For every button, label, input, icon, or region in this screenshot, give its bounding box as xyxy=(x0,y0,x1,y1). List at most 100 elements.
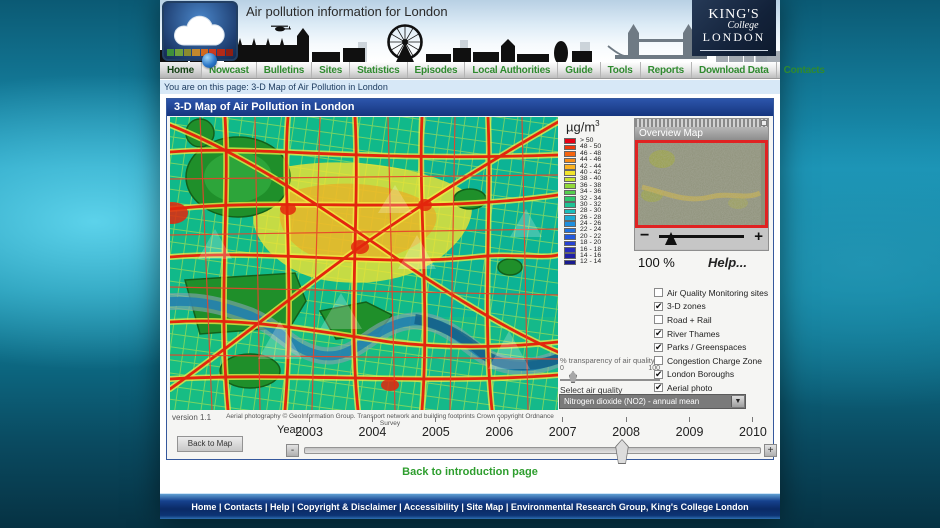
layer-checkbox-row[interactable]: Road + Rail xyxy=(654,313,768,327)
layer-checkbox-row[interactable]: Parks / Greenspaces xyxy=(654,340,768,354)
footer-link[interactable]: Site Map xyxy=(466,502,511,512)
back-to-introduction-link[interactable]: Back to introduction page xyxy=(160,466,780,478)
nav-tab[interactable]: Download Data xyxy=(692,62,777,78)
nav-tab-label: Download Data xyxy=(699,65,769,76)
footer-link[interactable]: Home xyxy=(191,502,224,512)
nav-tab-label: Episodes xyxy=(415,65,458,76)
londonair-logo[interactable] xyxy=(162,1,238,61)
nav-tab[interactable]: Tools xyxy=(601,62,641,78)
layer-label: Air Quality Monitoring sites xyxy=(667,288,768,298)
layer-label: London Boroughs xyxy=(667,369,734,379)
legend-swatch xyxy=(564,202,576,208)
checkbox-icon[interactable] xyxy=(654,329,663,338)
nav-tab[interactable]: Statistics xyxy=(350,62,407,78)
nav-tab[interactable]: Episodes xyxy=(408,62,466,78)
year-value: 2007 xyxy=(549,425,577,439)
legend-swatch xyxy=(564,183,576,189)
logo-strip-cell xyxy=(175,49,182,56)
overview-drag-handle[interactable] xyxy=(635,119,768,127)
year-tick xyxy=(689,417,690,422)
layer-checkbox-row[interactable]: 3-D zones xyxy=(654,300,768,314)
layer-checkbox-row[interactable]: Aerial photo xyxy=(654,381,768,395)
year-value: 2009 xyxy=(676,425,704,439)
nav-tab-label: Guide xyxy=(565,65,592,76)
year-tick xyxy=(372,417,373,422)
year-slider-track[interactable] xyxy=(304,447,761,454)
year-tick xyxy=(499,417,500,422)
layer-label: 3-D zones xyxy=(667,301,706,311)
checkbox-icon[interactable] xyxy=(654,302,663,311)
overview-thumbnail[interactable] xyxy=(635,140,768,228)
site-title: Air pollution information for London xyxy=(246,4,448,19)
legend-swatch xyxy=(564,145,576,151)
checkbox-icon[interactable] xyxy=(654,315,663,324)
year-value: 2010 xyxy=(739,425,767,439)
overview-minimize-button[interactable] xyxy=(761,120,767,126)
nav-tab[interactable]: Contacts xyxy=(777,62,832,78)
year-step-forward-button[interactable]: + xyxy=(764,444,777,457)
year-mark: 2008 xyxy=(609,417,643,441)
pollutant-dropdown[interactable]: Nitrogen dioxide (NO2) - annual mean ▼ xyxy=(559,394,746,409)
checkbox-icon[interactable] xyxy=(654,383,663,392)
back-to-map-button[interactable]: Back to Map xyxy=(177,436,243,452)
checkbox-icon[interactable] xyxy=(654,343,663,352)
nav-tab-label: Tools xyxy=(608,65,633,76)
main-navigation: Home Nowcast Bulletins Sites Statistics … xyxy=(160,62,780,79)
year-tick xyxy=(752,417,753,422)
nav-tab[interactable]: Bulletins xyxy=(257,62,312,78)
transparency-max: 100 xyxy=(648,365,660,372)
kcl-line3: LONDON xyxy=(692,30,776,45)
overview-map-panel: Overview Map xyxy=(634,118,769,251)
logo-color-strip xyxy=(167,49,233,56)
layer-checkbox-row[interactable]: River Thames xyxy=(654,327,768,341)
kcl-rule xyxy=(700,50,768,51)
checkbox-icon[interactable] xyxy=(654,356,663,365)
transparency-scale: 0 100 xyxy=(560,365,660,372)
year-value: 2006 xyxy=(485,425,513,439)
footer-link[interactable]: Copyright & Disclaimer xyxy=(297,502,404,512)
year-tick xyxy=(309,417,310,422)
nav-tab-label: Home xyxy=(167,65,194,76)
footer-link[interactable]: Help xyxy=(270,502,297,512)
panel-content: version 1.1 Aerial photography © GeoInfo… xyxy=(167,116,773,459)
checkbox-icon[interactable] xyxy=(654,288,663,297)
zoom-slider-handle[interactable] xyxy=(665,232,677,245)
year-step-back-button[interactable]: - xyxy=(286,444,299,457)
year-slider-handle[interactable] xyxy=(614,439,630,464)
layer-checkbox-row[interactable]: Congestion Charge Zone xyxy=(654,354,768,368)
legend-swatch xyxy=(564,164,576,170)
year-value: 2005 xyxy=(422,425,450,439)
dropdown-arrow-icon[interactable]: ▼ xyxy=(731,396,744,407)
nav-tab[interactable]: Sites xyxy=(312,62,350,78)
zoom-in-button[interactable]: + xyxy=(754,228,763,245)
pollution-legend: > 50 48 - 50 46 - 48 44 - 46 xyxy=(564,138,601,266)
nav-tab[interactable]: Guide xyxy=(558,62,600,78)
layer-checkbox-row[interactable]: Air Quality Monitoring sites xyxy=(654,286,768,300)
nav-tab[interactable]: Home xyxy=(160,62,202,78)
year-tick xyxy=(626,417,627,422)
nav-tab[interactable]: Reports xyxy=(641,62,692,78)
help-link[interactable]: Help... xyxy=(708,255,747,270)
layer-checkbox-row[interactable]: London Boroughs xyxy=(654,368,768,382)
legend-swatch xyxy=(564,221,576,227)
footer-link[interactable]: Environmental Research Group, King's Col… xyxy=(511,502,749,512)
legend-swatch xyxy=(564,234,576,240)
footer-link[interactable]: Contacts xyxy=(224,502,270,512)
pollution-map[interactable] xyxy=(170,117,558,410)
legend-swatch xyxy=(564,247,576,253)
transparency-label: % transparency of air quality xyxy=(560,356,655,365)
nav-tab[interactable]: Local Authorities xyxy=(465,62,558,78)
zoom-out-button[interactable]: − xyxy=(640,227,649,245)
legend-swatch xyxy=(564,158,576,164)
zoom-level-readout: 100 % xyxy=(638,255,675,270)
kings-college-logo[interactable]: KING'S College LONDON xyxy=(692,0,776,56)
panel-title: 3-D Map of Air Pollution in London xyxy=(167,99,773,116)
year-mark: 2010 xyxy=(736,417,770,441)
legend-swatch xyxy=(564,260,576,266)
overview-zoom-bar: − + xyxy=(635,228,768,249)
legend-swatch xyxy=(564,190,576,196)
year-value: 2004 xyxy=(359,425,387,439)
transparency-slider-handle[interactable] xyxy=(569,371,577,383)
footer-link[interactable]: Accessibility xyxy=(404,502,467,512)
year-mark: 2007 xyxy=(546,417,580,441)
